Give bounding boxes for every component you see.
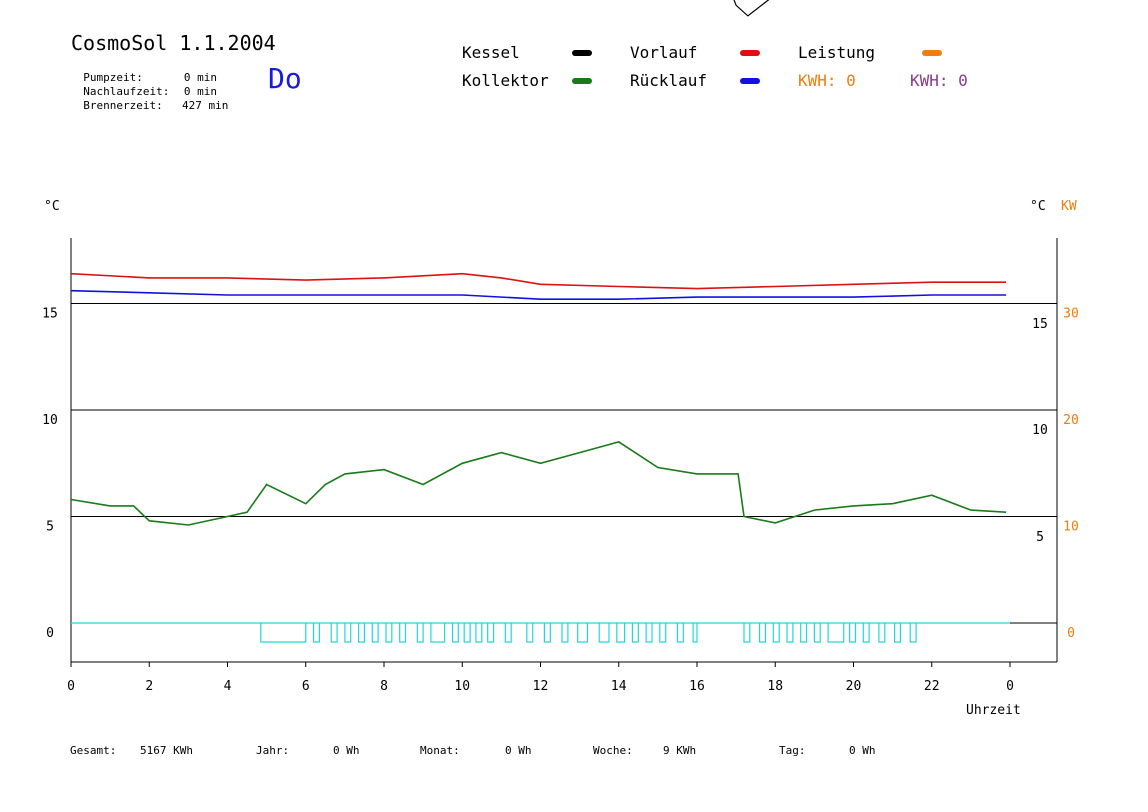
pump-pulse bbox=[849, 623, 857, 643]
footer-value: 9 KWh bbox=[663, 744, 697, 757]
x-tick-label: 2 bbox=[145, 679, 153, 694]
pump-pulse bbox=[330, 623, 338, 643]
temperature-chart: °C °C KW Uhrzeit 0 2 4 6 8 10 12 14 16 18 20 22 0 0 5 1… bbox=[42, 0, 1079, 718]
pump-pulse bbox=[543, 623, 551, 643]
pump-pulse bbox=[598, 623, 610, 643]
pump-pulse bbox=[451, 623, 459, 643]
pump-pulse bbox=[743, 623, 751, 643]
footer-jahr: Jahr: 0 Wh bbox=[256, 744, 360, 757]
footer-value: 5167 KWh bbox=[140, 744, 193, 757]
pump-pulse bbox=[692, 623, 698, 643]
x-tick-label: 8 bbox=[380, 679, 388, 694]
left-tick-label: 5 bbox=[46, 520, 54, 535]
x-tick-label: 6 bbox=[302, 679, 310, 694]
x-tick-label: 18 bbox=[767, 679, 783, 694]
pump-pulse bbox=[504, 623, 512, 643]
pump-pulse bbox=[430, 623, 446, 643]
pump-pulse bbox=[631, 623, 639, 643]
pump-pulse bbox=[475, 623, 483, 643]
right-tick-label: 10 bbox=[1032, 423, 1048, 438]
x-tick-label: 14 bbox=[611, 679, 627, 694]
right-kw-tick-label: 10 bbox=[1063, 520, 1079, 535]
pump-pulse bbox=[616, 623, 626, 643]
gridlines bbox=[70, 238, 1058, 663]
right-axis-unit: °C bbox=[1030, 199, 1046, 214]
pump-pulse bbox=[772, 623, 780, 643]
x-tick-label: 10 bbox=[454, 679, 470, 694]
vorlauf-line bbox=[70, 272, 1007, 290]
pump-pulse bbox=[371, 623, 379, 643]
pump-pulse bbox=[878, 623, 886, 643]
pump-pulse bbox=[260, 623, 307, 643]
pump-pulse bbox=[344, 623, 352, 643]
pump-pulse bbox=[561, 623, 569, 643]
pump-pulse bbox=[463, 623, 471, 643]
pump-pulse bbox=[577, 623, 588, 643]
pump-pulse bbox=[487, 623, 495, 643]
footer-label: Woche: bbox=[593, 744, 633, 757]
pump-pulse bbox=[358, 623, 365, 643]
left-tick-label: 10 bbox=[42, 413, 58, 428]
pump-pulse bbox=[759, 623, 767, 643]
x-tick-label: 4 bbox=[224, 679, 232, 694]
pump-pulse bbox=[399, 623, 407, 643]
tick-labels: 0 2 4 6 8 10 12 14 16 18 20 22 0 0 5 10 15 5 10 15 0 10 20 30 bbox=[42, 307, 1079, 695]
pump-pulse bbox=[416, 623, 424, 643]
x-tick-label: 20 bbox=[846, 679, 862, 694]
footer-gesamt: Gesamt: 5167 KWh bbox=[70, 744, 193, 757]
right-tick-label: 5 bbox=[1036, 530, 1044, 545]
pump-pulse bbox=[385, 623, 393, 643]
series-lines bbox=[70, 0, 1007, 526]
footer-value: 0 Wh bbox=[505, 744, 532, 757]
footer-value: 0 Wh bbox=[333, 744, 360, 757]
left-tick-label: 0 bbox=[46, 626, 54, 641]
pump-pulse bbox=[909, 623, 917, 643]
x-tick-label: 22 bbox=[924, 679, 940, 694]
kessel-line bbox=[733, 0, 770, 17]
x-axis-label: Uhrzeit bbox=[966, 703, 1021, 718]
x-tick-label: 12 bbox=[533, 679, 549, 694]
footer-tag: Tag: 0 Wh bbox=[779, 744, 876, 757]
footer-monat: Monat: 0 Wh bbox=[420, 744, 532, 757]
right-kw-tick-label: 0 bbox=[1067, 626, 1075, 641]
ruecklauf-line bbox=[70, 289, 1007, 301]
footer-woche: Woche: 9 KWh bbox=[593, 744, 696, 757]
x-tick-label: 0 bbox=[67, 679, 75, 694]
pump-activity bbox=[71, 622, 1057, 643]
kollektor-line bbox=[70, 441, 1007, 526]
footer-label: Jahr: bbox=[256, 744, 290, 757]
pump-pulse bbox=[526, 623, 534, 643]
pump-pulse bbox=[813, 623, 821, 643]
right-kw-tick-label: 30 bbox=[1063, 307, 1079, 322]
pump-pulse bbox=[313, 623, 320, 643]
right-axis-unit-kw: KW bbox=[1061, 199, 1077, 214]
x-tick-label: 0 bbox=[1006, 679, 1014, 694]
pump-pulse bbox=[645, 623, 653, 643]
pump-pulse bbox=[827, 623, 845, 643]
pump-pulse bbox=[786, 623, 794, 643]
footer-label: Tag: bbox=[779, 744, 806, 757]
pump-pulse bbox=[894, 623, 901, 643]
footer-label: Monat: bbox=[420, 744, 460, 757]
pump-pulse bbox=[800, 623, 808, 643]
pump-pulse bbox=[862, 623, 870, 643]
right-tick-label: 15 bbox=[1032, 317, 1048, 332]
left-axis-unit: °C bbox=[44, 199, 60, 214]
footer-label: Gesamt: bbox=[70, 744, 117, 757]
footer-value: 0 Wh bbox=[849, 744, 876, 757]
pump-pulse bbox=[676, 623, 684, 643]
right-kw-tick-label: 20 bbox=[1063, 413, 1079, 428]
x-tick-label: 16 bbox=[689, 679, 705, 694]
left-tick-label: 15 bbox=[42, 307, 58, 322]
pump-pulse bbox=[659, 623, 667, 643]
